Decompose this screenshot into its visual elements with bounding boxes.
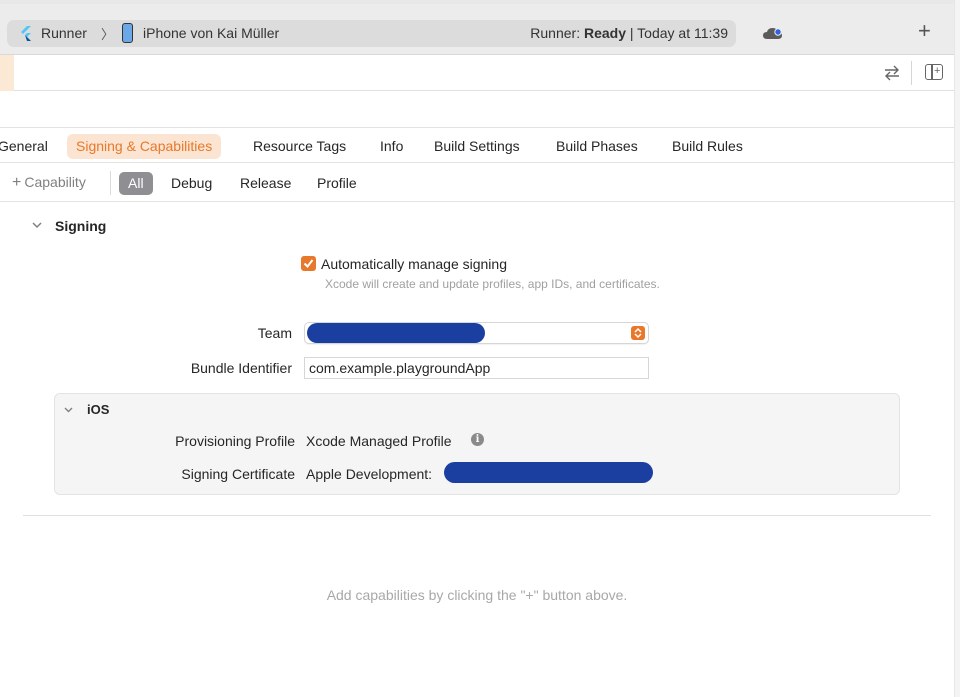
team-label: Team xyxy=(257,325,292,341)
filter-bar: + Capability All Debug Release Profile xyxy=(0,164,960,202)
status-prefix: Runner: xyxy=(530,25,584,41)
plus-icon: + xyxy=(12,174,22,191)
signing-certificate-label: Signing Certificate xyxy=(181,466,295,482)
editor-tabs: General Signing & Capabilities Resource … xyxy=(0,127,960,163)
swap-icon[interactable] xyxy=(882,64,902,82)
popup-arrows-icon xyxy=(631,326,645,340)
bundle-identifier-label: Bundle Identifier xyxy=(190,360,292,376)
device-name[interactable]: iPhone von Kai Müller xyxy=(143,25,279,41)
checkmark-icon xyxy=(303,259,314,269)
add-capability-button[interactable]: + Capability xyxy=(12,174,86,192)
info-icon[interactable]: i xyxy=(471,433,484,446)
bundle-identifier-field[interactable]: com.example.playgroundApp xyxy=(304,357,649,379)
tab-signing-capabilities[interactable]: Signing & Capabilities xyxy=(67,134,222,159)
status-state: Ready xyxy=(583,25,627,41)
section-divider xyxy=(23,515,931,516)
auto-manage-checkbox[interactable] xyxy=(301,256,316,271)
filter-release[interactable]: Release xyxy=(240,172,291,195)
ios-section-title: iOS xyxy=(87,402,110,417)
tab-build-settings[interactable]: Build Settings xyxy=(434,134,520,159)
provisioning-profile-value: Xcode Managed Profile xyxy=(306,433,452,449)
add-capabilities-hint: Add capabilities by clicking the "+" but… xyxy=(326,587,628,603)
window-edge xyxy=(954,0,960,697)
chevron-right-icon: 〉 xyxy=(101,27,115,42)
tab-resource-tags[interactable]: Resource Tags xyxy=(253,134,346,159)
tab-info[interactable]: Info xyxy=(380,134,403,159)
filter-debug[interactable]: Debug xyxy=(171,172,212,195)
inspector-toggle-icon[interactable]: + xyxy=(925,64,943,80)
tab-general[interactable]: General xyxy=(0,134,48,159)
filter-divider xyxy=(110,171,111,195)
auto-manage-label: Automatically manage signing xyxy=(321,256,507,272)
auto-manage-description: Xcode will create and update profiles, a… xyxy=(325,277,660,291)
editor-tab-indicator xyxy=(0,55,14,91)
add-capability-label: Capability xyxy=(24,174,86,190)
tab-build-rules[interactable]: Build Rules xyxy=(672,134,743,159)
section-title-signing: Signing xyxy=(55,218,107,234)
scheme-name[interactable]: Runner xyxy=(41,25,87,41)
filter-profile[interactable]: Profile xyxy=(317,172,357,195)
certificate-redaction xyxy=(444,462,653,483)
editor-bar: + xyxy=(0,55,960,91)
filter-all[interactable]: All xyxy=(119,172,153,195)
tab-build-phases[interactable]: Build Phases xyxy=(556,134,638,159)
status-suffix: | Today at 11:39 xyxy=(626,25,728,41)
window-toolbar: Runner 〉 iPhone von Kai Müller Runner: R… xyxy=(0,0,960,55)
iphone-icon xyxy=(122,23,133,43)
activity-view: Runner 〉 iPhone von Kai Müller Runner: R… xyxy=(7,20,736,47)
chevron-down-icon[interactable] xyxy=(63,404,74,415)
add-button[interactable]: + xyxy=(918,19,931,43)
toolbar-divider xyxy=(911,61,912,85)
provisioning-profile-label: Provisioning Profile xyxy=(175,433,295,449)
signing-certificate-value: Apple Development: xyxy=(306,466,433,482)
team-select[interactable] xyxy=(304,322,649,344)
chevron-down-icon[interactable] xyxy=(31,219,43,231)
flutter-icon[interactable] xyxy=(18,25,34,41)
team-redaction xyxy=(307,323,485,343)
build-status: Runner: Ready | Today at 11:39 xyxy=(530,25,728,41)
cloud-icon[interactable] xyxy=(762,26,784,42)
